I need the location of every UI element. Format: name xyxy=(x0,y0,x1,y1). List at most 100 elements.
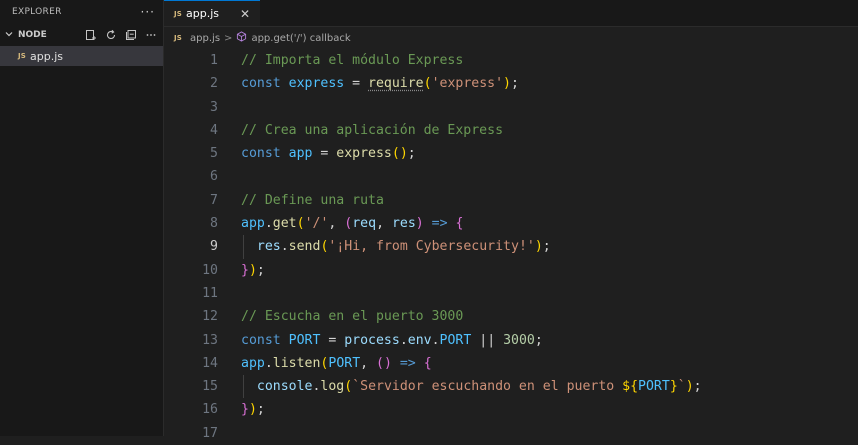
code-token: 3000 xyxy=(503,332,535,348)
code-token: PORT xyxy=(439,332,472,348)
code-token: // Define una ruta xyxy=(241,192,384,208)
code-token: get xyxy=(272,216,297,232)
code-text: res.send('¡Hi, from Cybersecurity!'); xyxy=(241,235,551,258)
code-text: const PORT = process.env.PORT || 3000; xyxy=(241,329,543,352)
code-token: PORT xyxy=(328,355,361,371)
tab-bar: JS app.js ✕ xyxy=(164,0,858,27)
collapse-all-icon[interactable] xyxy=(125,29,137,41)
code-line[interactable]: 15 console.log(`Servidor escuchando en e… xyxy=(164,375,858,399)
code-text: }); xyxy=(241,398,265,421)
code-token: || xyxy=(471,332,504,348)
code-token: '¡Hi, from Cybersecurity!' xyxy=(328,239,535,255)
code-token: . xyxy=(264,355,273,371)
code-token: = xyxy=(312,146,337,162)
code-line[interactable]: 10}); xyxy=(164,259,858,282)
code-token: ; xyxy=(256,262,265,278)
code-token: ( xyxy=(296,216,305,232)
line-number: 8 xyxy=(210,216,218,232)
code-token: , xyxy=(376,216,392,232)
chevron-down-icon[interactable] xyxy=(4,29,16,42)
close-icon[interactable]: ✕ xyxy=(240,7,250,21)
code-token: listen xyxy=(272,355,321,371)
code-token: 'express' xyxy=(431,76,504,92)
code-line[interactable]: 17 xyxy=(164,422,858,445)
code-text: const app = express(); xyxy=(241,142,416,165)
code-line[interactable]: 12 // Escucha en el puerto 3000 xyxy=(164,305,858,328)
vscode-window: EXPLORER ··· NODE JS app.js JS app.js ✕ … xyxy=(0,0,858,441)
code-token: const xyxy=(241,332,289,348)
code-editor[interactable]: 1 // Importa el módulo Express 2 const expr… xyxy=(164,49,858,445)
code-token: ; xyxy=(693,379,702,395)
line-number: 16 xyxy=(202,402,218,418)
line-number: 15 xyxy=(202,379,218,395)
code-token: ) xyxy=(415,216,424,232)
code-token: ) xyxy=(503,76,511,92)
code-line[interactable]: 11 xyxy=(164,282,858,305)
line-number: 17 xyxy=(202,425,218,441)
code-line[interactable]: 16}); xyxy=(164,398,858,421)
code-token: send xyxy=(288,239,321,255)
editor-area: JS app.js ✕ JS app.js > app.get('/') cal… xyxy=(164,0,858,441)
new-file-icon[interactable] xyxy=(85,29,97,41)
code-text: app.listen(PORT, () => { xyxy=(241,352,432,375)
symbol-method-icon xyxy=(236,31,247,45)
code-token: ; xyxy=(511,76,519,92)
code-token: ( xyxy=(423,76,432,92)
code-line[interactable]: 6 xyxy=(164,165,858,188)
tab-label: app.js xyxy=(186,7,220,20)
code-token: . xyxy=(431,332,440,348)
js-file-icon: JS xyxy=(174,34,183,42)
file-item-app-js[interactable]: JS app.js xyxy=(0,46,163,66)
code-token: ) xyxy=(248,402,257,418)
folder-section-header[interactable]: NODE xyxy=(0,24,163,46)
code-token: log xyxy=(320,379,345,395)
code-line[interactable]: 14 app.listen(PORT, () => { xyxy=(164,352,858,375)
code-line[interactable]: 3 xyxy=(164,96,858,119)
code-line[interactable]: 9 res.send('¡Hi, from Cybersecurity!'); xyxy=(164,235,858,259)
code-token: } xyxy=(241,262,249,278)
code-text: // Escucha en el puerto 3000 xyxy=(241,305,463,328)
code-token: => xyxy=(391,355,424,371)
code-token: ) xyxy=(248,262,257,278)
code-line[interactable]: 7 // Define una ruta xyxy=(164,189,858,212)
explorer-title: EXPLORER xyxy=(12,7,62,17)
more-actions-icon[interactable] xyxy=(145,29,157,41)
line-number: 3 xyxy=(210,99,218,115)
code-line[interactable]: 2 const express = require('express'); xyxy=(164,72,858,95)
code-token: , xyxy=(328,216,345,232)
code-token: { xyxy=(423,355,432,371)
code-token: PORT xyxy=(638,379,670,395)
code-text: console.log(`Servidor escuchando en el p… xyxy=(241,375,702,398)
code-token: PORT xyxy=(288,332,321,348)
code-line[interactable]: 5 const app = express(); xyxy=(164,142,858,165)
line-number: 4 xyxy=(210,122,218,138)
code-token: => xyxy=(423,216,456,232)
line-number: 2 xyxy=(210,76,218,92)
code-line[interactable]: 1 // Importa el módulo Express xyxy=(164,49,858,72)
refresh-icon[interactable] xyxy=(105,29,117,41)
line-number: 13 xyxy=(202,332,218,348)
line-number: 5 xyxy=(210,146,218,162)
line-number: 6 xyxy=(210,169,218,185)
breadcrumb: JS app.js > app.get('/') callback xyxy=(164,27,858,49)
code-line[interactable]: 4 // Crea una aplicación de Express xyxy=(164,119,858,142)
js-file-icon: JS xyxy=(18,52,27,60)
js-file-icon: JS xyxy=(174,9,183,18)
code-token: env xyxy=(407,332,432,348)
code-token: } xyxy=(669,379,678,395)
breadcrumb-file[interactable]: app.js xyxy=(190,33,220,44)
tab-app-js[interactable]: JS app.js ✕ xyxy=(164,0,260,26)
code-token: // Importa el módulo Express xyxy=(241,53,464,68)
code-line[interactable]: 8 app.get('/', (req, res) => { xyxy=(164,212,858,235)
code-token: = xyxy=(344,76,369,92)
explorer-more-button[interactable]: ··· xyxy=(141,5,155,19)
code-token: ) xyxy=(685,379,694,395)
code-token: { xyxy=(455,216,464,232)
line-number: 10 xyxy=(202,262,218,278)
code-line[interactable]: 13 const PORT = process.env.PORT || 3000; xyxy=(164,329,858,352)
code-token: const xyxy=(241,146,289,162)
explorer-sidebar: EXPLORER ··· NODE JS app.js xyxy=(0,0,164,436)
breadcrumb-symbol[interactable]: app.get('/') callback xyxy=(251,33,350,44)
code-token: // Crea una aplicación de Express xyxy=(241,122,504,138)
